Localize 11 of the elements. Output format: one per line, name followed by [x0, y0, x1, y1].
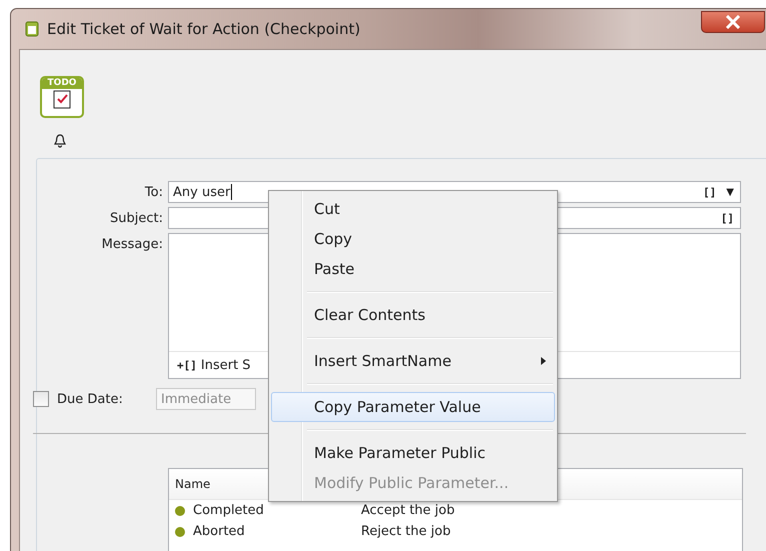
- subject-label: Subject:: [109, 210, 163, 226]
- todo-badge: TODO: [42, 78, 82, 89]
- table-cell-text: Aborted: [193, 524, 246, 539]
- table-cell: Accept the job: [361, 503, 455, 518]
- to-value: Any user: [173, 184, 230, 200]
- table-cell: Reject the job: [361, 524, 451, 539]
- window-title: Edit Ticket of Wait for Action (Checkpoint): [47, 20, 360, 38]
- due-date-label: Due Date:: [57, 392, 124, 406]
- table-cell-text: Completed: [193, 503, 265, 518]
- to-label: To:: [144, 184, 163, 200]
- message-label: Message:: [100, 236, 163, 252]
